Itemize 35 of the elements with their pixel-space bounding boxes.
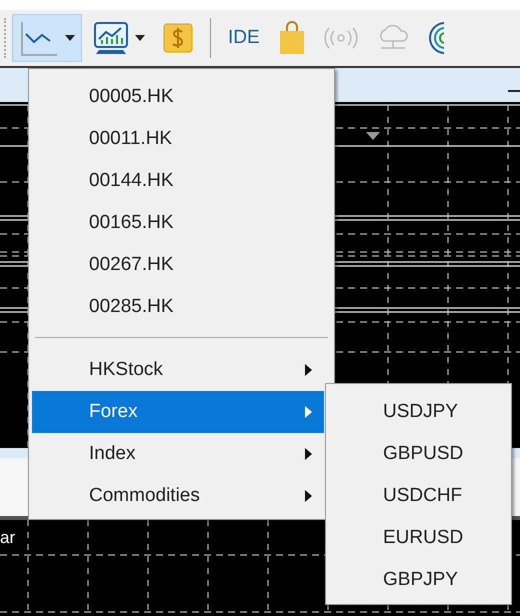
shopping-bag-icon <box>278 21 306 55</box>
ide-button[interactable]: IDE <box>221 14 267 62</box>
menu-item[interactable]: 00005.HK <box>32 76 324 118</box>
submenu-arrow-icon <box>305 364 312 376</box>
submenu-item[interactable]: Forex <box>32 391 324 433</box>
menu-item[interactable]: 00267.HK <box>32 244 324 286</box>
caret-icon <box>65 35 75 41</box>
menu-item[interactable]: USDJPY <box>326 391 511 433</box>
submenu-item[interactable]: HKStock <box>32 349 324 391</box>
dollar-icon <box>163 23 193 53</box>
menu-item[interactable]: GBPJPY <box>326 559 511 601</box>
menu-item[interactable]: EURUSD <box>326 517 511 559</box>
menu-item[interactable]: 00165.HK <box>32 202 324 244</box>
menu-item[interactable]: USDCHF <box>326 475 511 517</box>
menu-item-label: Index <box>89 442 136 466</box>
submenu-arrow-icon <box>305 448 312 460</box>
menu-item[interactable]: 00285.HK <box>32 286 324 328</box>
menu-item-label: HKStock <box>89 358 163 382</box>
menu-item-label: Commodities <box>89 484 200 508</box>
monitor-chart-icon <box>93 20 129 56</box>
minimize-icon[interactable] <box>508 90 520 93</box>
price-marker-icon <box>366 132 380 140</box>
menu-item[interactable]: GBPUSD <box>326 433 511 475</box>
caret-icon <box>135 35 145 41</box>
submenu-arrow-icon <box>305 490 312 502</box>
signal-icon <box>324 26 358 50</box>
target-icon <box>428 21 444 55</box>
menu-item-label: Forex <box>89 400 138 424</box>
axis-label: ar <box>0 528 16 548</box>
menu-item[interactable]: 00144.HK <box>32 160 324 202</box>
submenu-arrow-icon <box>305 406 312 418</box>
menu-item[interactable]: 00011.HK <box>32 118 324 160</box>
submenu-item[interactable]: Commodities <box>32 475 324 517</box>
submenu-item[interactable]: Index <box>32 433 324 475</box>
line-chart-button[interactable] <box>12 14 82 62</box>
